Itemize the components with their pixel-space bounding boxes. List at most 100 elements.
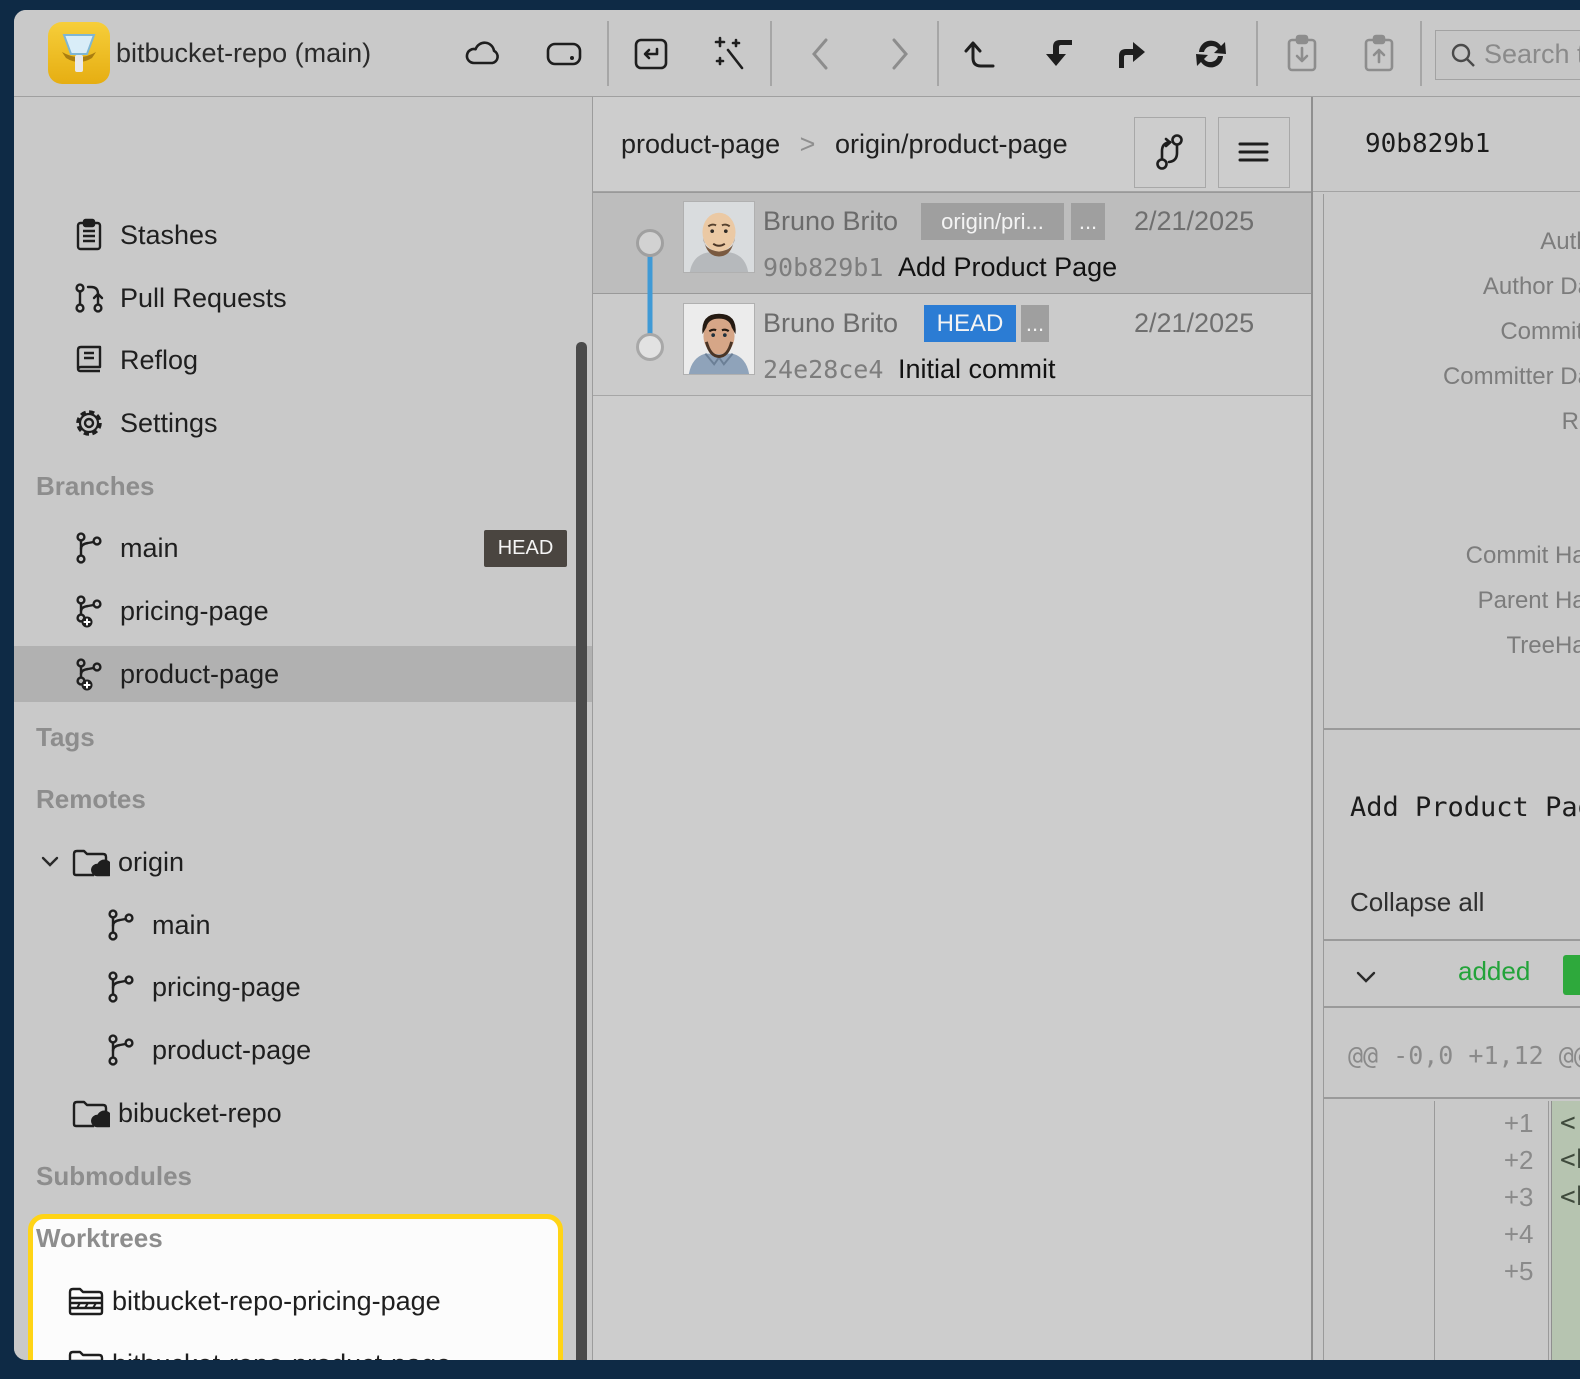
stashes-icon bbox=[72, 218, 106, 252]
reflog-icon bbox=[72, 343, 106, 377]
details-header: 90b829b1 bbox=[1313, 97, 1580, 192]
diff-code-line: <h bbox=[1560, 1179, 1580, 1216]
commit-message-text: Add Product Page bbox=[1350, 792, 1580, 823]
diff-code-line: <h bbox=[1560, 1142, 1580, 1179]
sidebar-item-stashes[interactable]: Stashes bbox=[14, 207, 592, 263]
commit-ref-badge[interactable]: origin/pri... bbox=[921, 203, 1064, 240]
toolbar-separator bbox=[770, 21, 772, 86]
remote-label: bibucket-repo bbox=[118, 1085, 282, 1141]
details-commit-hash: 90b829b1 bbox=[1365, 97, 1490, 192]
worktree-label: bitbucket-repo-pricing-page bbox=[112, 1273, 441, 1329]
checkout-icon[interactable] bbox=[629, 32, 673, 76]
back-icon[interactable] bbox=[800, 32, 844, 76]
compare-branches-button[interactable] bbox=[1134, 117, 1206, 188]
fetch-icon[interactable] bbox=[959, 32, 1003, 76]
diff-line-number: +4 bbox=[1444, 1216, 1534, 1253]
tags-section-header: Tags bbox=[36, 709, 95, 765]
breadcrumb: product-page > origin/product-page bbox=[621, 97, 1068, 192]
drive-icon[interactable] bbox=[542, 32, 586, 76]
list-view-menu-button[interactable] bbox=[1218, 117, 1290, 188]
worktree-folder-icon bbox=[66, 1347, 106, 1360]
sync-icon[interactable] bbox=[1189, 32, 1233, 76]
breadcrumb-upstream[interactable]: origin/product-page bbox=[835, 129, 1068, 159]
commit-graph bbox=[623, 192, 683, 396]
sidebar-remote-branch-pricing-page[interactable]: pricing-page bbox=[14, 959, 592, 1015]
pull-icon[interactable] bbox=[1036, 32, 1080, 76]
commit-author: Bruno Brito bbox=[763, 201, 898, 241]
diff-line-number: +5 bbox=[1444, 1253, 1534, 1290]
push-icon[interactable] bbox=[1111, 32, 1155, 76]
sidebar-item-label: Reflog bbox=[120, 332, 198, 388]
remote-label: origin bbox=[118, 834, 184, 890]
sidebar-branch-pricing-page[interactable]: pricing-page bbox=[14, 583, 592, 639]
diff-line-number: +2 bbox=[1444, 1142, 1534, 1179]
details-fields-section: Author Author Date Committer Committer D… bbox=[1324, 194, 1580, 730]
sidebar-item-settings[interactable]: Settings bbox=[14, 395, 592, 451]
sidebar-item-pull-requests[interactable]: Pull Requests bbox=[14, 270, 592, 326]
pull-requests-icon bbox=[72, 281, 106, 315]
sidebar-worktree-pricing-page[interactable]: bitbucket-repo-pricing-page bbox=[14, 1273, 544, 1329]
sidebar-item-label: Stashes bbox=[120, 207, 218, 263]
magic-wand-icon[interactable] bbox=[708, 32, 752, 76]
head-badge: HEAD bbox=[484, 530, 567, 567]
diff-line-number: +1 bbox=[1444, 1105, 1534, 1142]
field-label-author-date: Author Date bbox=[1483, 270, 1580, 304]
commit-message: Initial commit bbox=[898, 349, 1056, 389]
worktree-folder-icon bbox=[66, 1284, 106, 1318]
worktree-label: bitbucket-repo-product-page bbox=[112, 1336, 451, 1360]
commit-date: 2/21/2025 bbox=[1134, 303, 1254, 343]
chevron-down-icon[interactable] bbox=[1354, 969, 1378, 985]
stash-icon[interactable] bbox=[1280, 32, 1324, 76]
cloud-icon[interactable] bbox=[461, 32, 505, 76]
field-label-refs: Refs bbox=[1562, 405, 1580, 439]
fork-app-icon[interactable] bbox=[48, 22, 110, 84]
details-content: Author Author Date Committer Committer D… bbox=[1323, 194, 1580, 1361]
toolbar-separator bbox=[937, 21, 939, 86]
sidebar-remote-bibucket-repo[interactable]: bibucket-repo bbox=[14, 1085, 592, 1141]
chevron-down-icon[interactable] bbox=[40, 853, 60, 869]
additions-badge bbox=[1563, 955, 1580, 995]
worktrees-section-header: Worktrees bbox=[36, 1210, 163, 1266]
sidebar-remote-branch-product-page[interactable]: product-page bbox=[14, 1022, 592, 1078]
commit-hash: 24e28ce4 bbox=[763, 350, 883, 390]
branch-label: pricing-page bbox=[120, 583, 269, 639]
details-message-section: Add Product Page Collapse all bbox=[1324, 732, 1580, 941]
toolbar-separator bbox=[607, 21, 609, 86]
branch-icon bbox=[104, 970, 138, 1004]
commit-list-panel: product-page > origin/product-page bbox=[592, 97, 1311, 1360]
sidebar-remote-branch-main[interactable]: main bbox=[14, 897, 592, 953]
breadcrumb-branch[interactable]: product-page bbox=[621, 129, 780, 159]
branch-icon bbox=[104, 1033, 138, 1067]
window-title: bitbucket-repo (main) bbox=[116, 10, 371, 97]
diff-new-line-gutter: +1 +2 +3 +4 +5 bbox=[1437, 1101, 1549, 1361]
file-status-added: added bbox=[1458, 956, 1530, 987]
commit-more-badge[interactable]: ... bbox=[1021, 305, 1049, 342]
branches-section-header: Branches bbox=[36, 458, 155, 514]
sidebar-item-reflog[interactable]: Reflog bbox=[14, 332, 592, 388]
field-label-committer: Committer bbox=[1500, 315, 1580, 349]
branch-icon bbox=[104, 908, 138, 942]
avatar bbox=[683, 201, 755, 273]
sidebar-scrollbar[interactable] bbox=[576, 342, 587, 1360]
sidebar-remote-origin[interactable]: origin bbox=[14, 834, 592, 890]
search-input[interactable] bbox=[1484, 31, 1580, 78]
sidebar-branch-product-page[interactable]: product-page bbox=[14, 646, 592, 702]
file-diff-row[interactable]: added bbox=[1324, 943, 1580, 1008]
branch-worktree-icon bbox=[72, 594, 106, 628]
remote-branch-label: product-page bbox=[152, 1022, 311, 1078]
branch-worktree-icon bbox=[72, 657, 106, 691]
commit-hash: 90b829b1 bbox=[763, 248, 883, 288]
toolbar-separator bbox=[1420, 21, 1422, 86]
settings-gear-icon bbox=[72, 406, 106, 440]
branch-label: product-page bbox=[120, 646, 279, 702]
field-label-committer-date: Committer Date bbox=[1443, 360, 1580, 394]
collapse-all-button[interactable]: Collapse all bbox=[1350, 887, 1484, 918]
diff-added-code-column: <! <h <h bbox=[1551, 1101, 1580, 1361]
sidebar-worktree-product-page[interactable]: bitbucket-repo-product-page bbox=[14, 1336, 544, 1360]
avatar bbox=[683, 303, 755, 375]
commit-more-badge[interactable]: ... bbox=[1071, 203, 1105, 240]
head-ref-badge[interactable]: HEAD bbox=[924, 305, 1016, 342]
pop-stash-icon[interactable] bbox=[1357, 32, 1401, 76]
breadcrumb-separator: > bbox=[788, 129, 828, 159]
forward-icon[interactable] bbox=[876, 32, 920, 76]
